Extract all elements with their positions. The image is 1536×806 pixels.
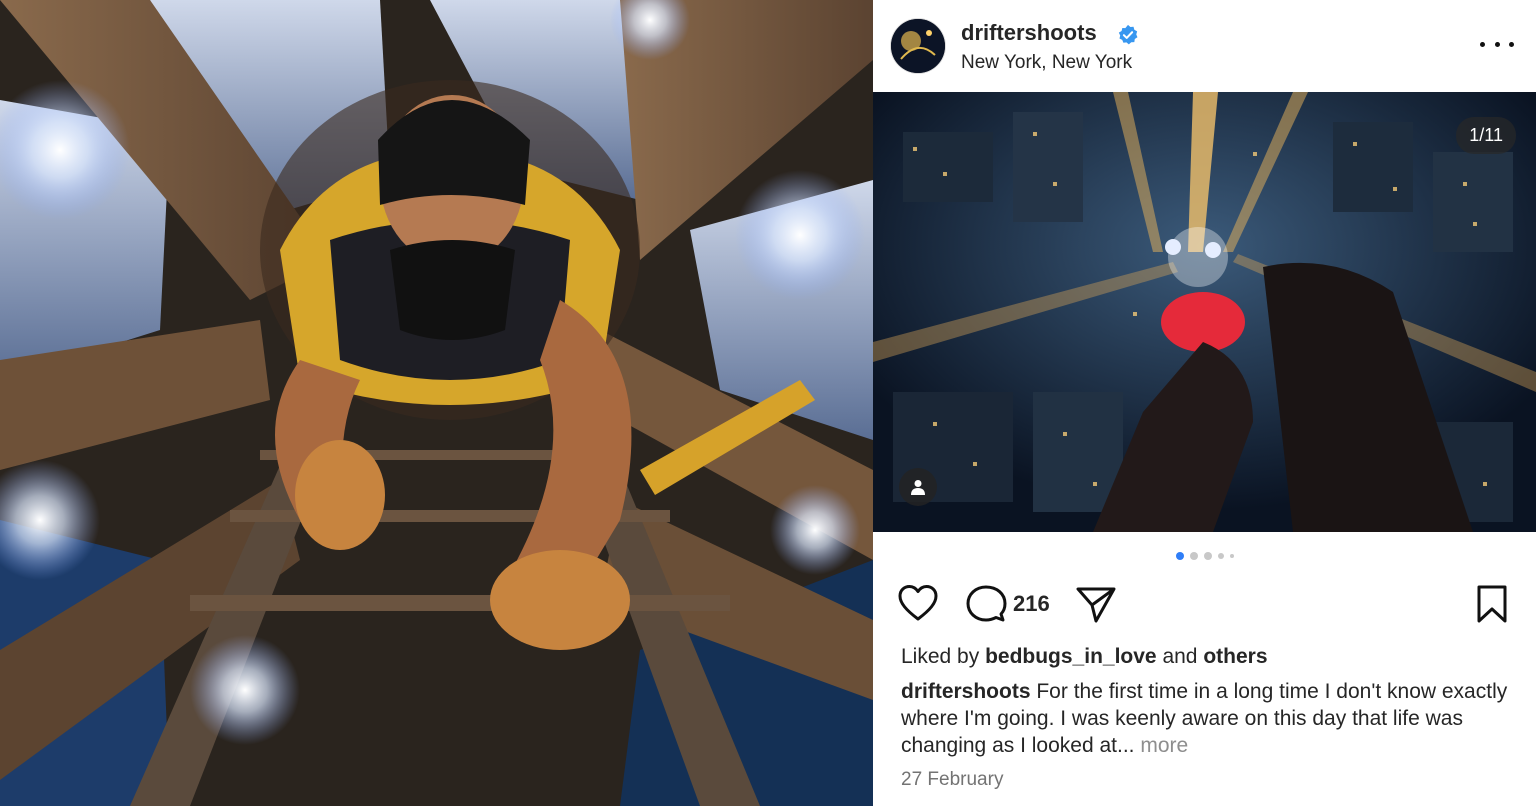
liked-by-others[interactable]: others <box>1203 645 1267 668</box>
post-location[interactable]: New York, New York <box>961 52 1132 74</box>
profile-avatar[interactable] <box>891 19 945 73</box>
more-options-icon[interactable] <box>1480 34 1514 54</box>
comment-icon[interactable] <box>965 584 1007 624</box>
carousel-dot-active <box>1175 552 1184 560</box>
liked-by-and: and <box>1162 645 1198 668</box>
post-date: 27 February <box>901 769 1004 790</box>
verified-badge-icon <box>1118 24 1138 45</box>
more-dot <box>1480 41 1485 47</box>
caption-more-link[interactable]: more <box>1140 734 1188 757</box>
carousel-dot <box>1217 553 1224 559</box>
carousel-dot <box>1189 552 1198 560</box>
liked-by-prefix: Liked by <box>901 645 980 668</box>
more-dot <box>1494 41 1500 47</box>
tagged-user-icon[interactable] <box>899 468 937 506</box>
caption-username[interactable]: driftershoots <box>901 680 1031 703</box>
post-username[interactable]: driftershoots <box>961 20 1097 46</box>
climber-ladder-photo <box>0 0 873 806</box>
carousel-counter: 1/11 <box>1456 117 1516 154</box>
heart-icon[interactable] <box>897 584 939 622</box>
post-header: driftershoots New York, New York <box>873 0 1536 92</box>
carousel-dot <box>1203 552 1212 560</box>
screenshot: driftershoots New York, New York 1/11 21… <box>0 0 1536 806</box>
bookmark-icon[interactable] <box>1475 584 1509 624</box>
instagram-post: driftershoots New York, New York 1/11 21… <box>873 0 1536 806</box>
liked-by-line: Liked by bedbugs_in_love and others <box>901 645 1268 669</box>
carousel-dot <box>1229 554 1234 558</box>
comment-count[interactable]: 216 <box>1013 591 1050 617</box>
post-image-city-aerial[interactable]: 1/11 <box>873 92 1536 532</box>
more-dot <box>1509 41 1514 47</box>
carousel-indicator <box>873 549 1536 563</box>
liked-by-user[interactable]: bedbugs_in_love <box>985 645 1157 668</box>
share-icon[interactable] <box>1075 586 1117 624</box>
action-bar: 216 <box>873 582 1536 628</box>
post-caption: driftershoots For the first time in a lo… <box>901 678 1511 759</box>
